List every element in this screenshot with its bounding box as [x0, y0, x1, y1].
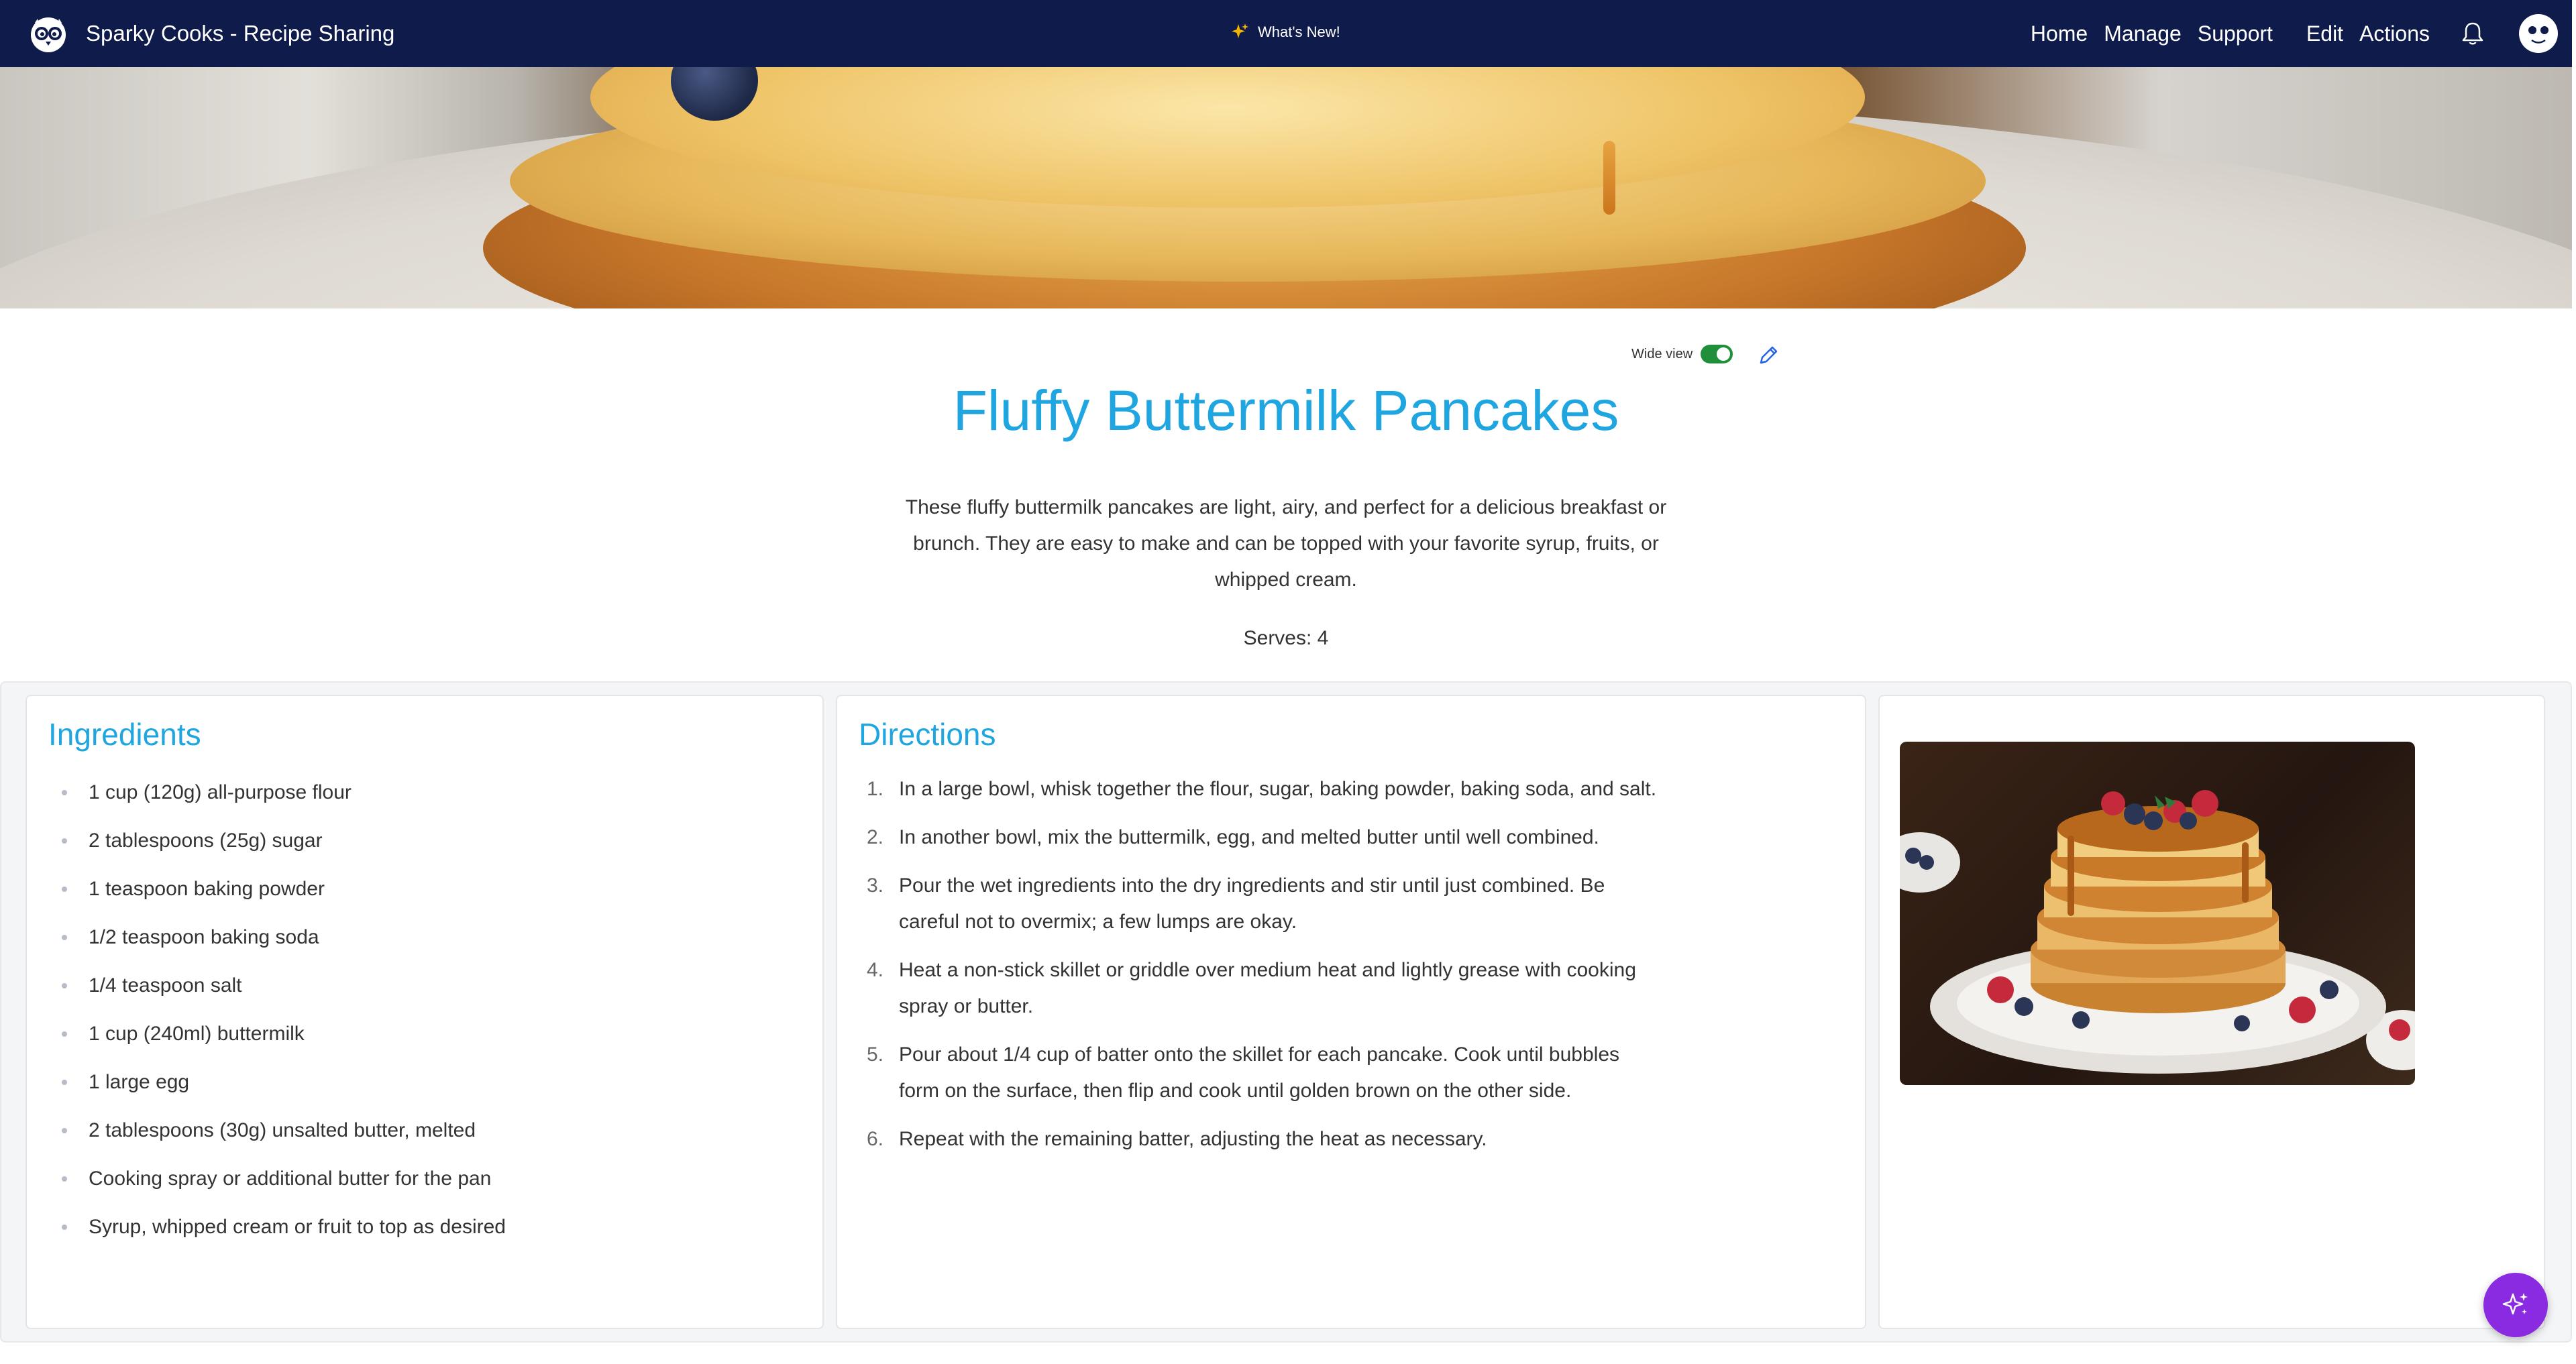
- recipe-description: These fluffy buttermilk pancakes are lig…: [905, 496, 1667, 591]
- brand[interactable]: Sparky Cooks - Recipe Sharing: [27, 12, 394, 55]
- step-text: In a large bowl, whisk together the flou…: [899, 778, 1657, 800]
- step-number: 3.: [867, 874, 884, 897]
- owl-logo-icon: [31, 17, 66, 52]
- direction-step: 2. In another bowl, mix the buttermilk, …: [859, 819, 1664, 856]
- avatar-icon[interactable]: [2518, 13, 2559, 54]
- bell-icon[interactable]: [2459, 20, 2486, 47]
- sparkle-icon: [1232, 23, 1248, 38]
- nav-edit[interactable]: Edit: [2306, 21, 2343, 46]
- direction-step: 5. Pour about 1/4 cup of batter onto the…: [859, 1037, 1664, 1109]
- direction-step: 4. Heat a non-stick skillet or griddle o…: [859, 952, 1664, 1025]
- ingredients-list: 1 cup (120g) all-purpose flour 2 tablesp…: [48, 779, 506, 1262]
- ingredient-item: 1 cup (240ml) buttermilk: [48, 1021, 506, 1069]
- nav-home[interactable]: Home: [2031, 21, 2088, 46]
- step-text: In another bowl, mix the buttermilk, egg…: [899, 826, 1599, 848]
- ingredient-item: 1 large egg: [48, 1069, 506, 1117]
- whats-new-link[interactable]: What's New!: [1231, 23, 1340, 42]
- ingredient-item: 1/4 teaspoon salt: [48, 972, 506, 1021]
- step-number: 5.: [867, 1043, 884, 1066]
- step-text: Pour the wet ingredients into the dry in…: [899, 874, 1605, 933]
- step-text: Repeat with the remaining batter, adjust…: [899, 1128, 1487, 1150]
- step-number: 4.: [867, 959, 884, 981]
- ingredients-heading: Ingredients: [48, 717, 201, 752]
- direction-step: 6. Repeat with the remaining batter, adj…: [859, 1121, 1664, 1157]
- app-title: Sparky Cooks - Recipe Sharing: [86, 21, 395, 46]
- hero-banner-image: [0, 67, 2572, 308]
- step-number: 1.: [867, 778, 884, 800]
- ingredient-item: 1/2 teaspoon baking soda: [48, 924, 506, 972]
- recipe-title: Fluffy Buttermilk Pancakes: [953, 379, 1619, 442]
- nav-manage[interactable]: Manage: [2104, 21, 2182, 46]
- ingredient-item: 1 cup (120g) all-purpose flour: [48, 779, 506, 828]
- step-text: Pour about 1/4 cup of batter onto the sk…: [899, 1043, 1620, 1102]
- wide-view-toggle[interactable]: [1701, 345, 1733, 363]
- pancake-stack-illustration: [1900, 790, 2415, 1074]
- toggle-knob: [1717, 347, 1731, 361]
- step-text: Heat a non-stick skillet or griddle over…: [899, 959, 1636, 1017]
- directions-list: 1. In a large bowl, whisk together the f…: [859, 771, 1664, 1170]
- ingredient-item: 2 tablespoons (30g) unsalted butter, mel…: [48, 1117, 506, 1166]
- step-number: 6.: [867, 1128, 884, 1150]
- photo-panel: [1878, 695, 2545, 1329]
- wide-view-toggle-group: Wide view: [1631, 345, 1733, 363]
- wide-view-label: Wide view: [1631, 346, 1693, 361]
- pencil-icon[interactable]: [1756, 343, 1780, 367]
- ingredient-item: 1 teaspoon baking powder: [48, 876, 506, 924]
- nav-support[interactable]: Support: [2198, 21, 2273, 46]
- recipe-photo: [1900, 742, 2415, 1085]
- direction-step: 1. In a large bowl, whisk together the f…: [859, 771, 1664, 807]
- whats-new-label: What's New!: [1258, 23, 1340, 40]
- ingredients-panel: Ingredients 1 cup (120g) all-purpose flo…: [25, 695, 824, 1329]
- nav-actions[interactable]: Actions: [2359, 21, 2430, 46]
- ingredient-item: Cooking spray or additional butter for t…: [48, 1166, 506, 1214]
- ingredient-item: Syrup, whipped cream or fruit to top as …: [48, 1214, 506, 1262]
- directions-heading: Directions: [859, 717, 996, 752]
- directions-panel: Directions 1. In a large bowl, whisk tog…: [836, 695, 1866, 1329]
- ai-assistant-button[interactable]: [2483, 1273, 2548, 1337]
- ingredient-item: 2 tablespoons (25g) sugar: [48, 828, 506, 876]
- servings-count: Serves: 4: [1243, 627, 1329, 649]
- sparkle-icon: [2502, 1293, 2528, 1315]
- hero-syrup-drip: [1603, 141, 1615, 215]
- top-nav-bar: Sparky Cooks - Recipe Sharing What's New…: [0, 0, 2572, 67]
- direction-step: 3. Pour the wet ingredients into the dry…: [859, 868, 1664, 940]
- step-number: 2.: [867, 826, 884, 848]
- nav-menu: Home Manage Support Edit Actions: [2031, 0, 2559, 67]
